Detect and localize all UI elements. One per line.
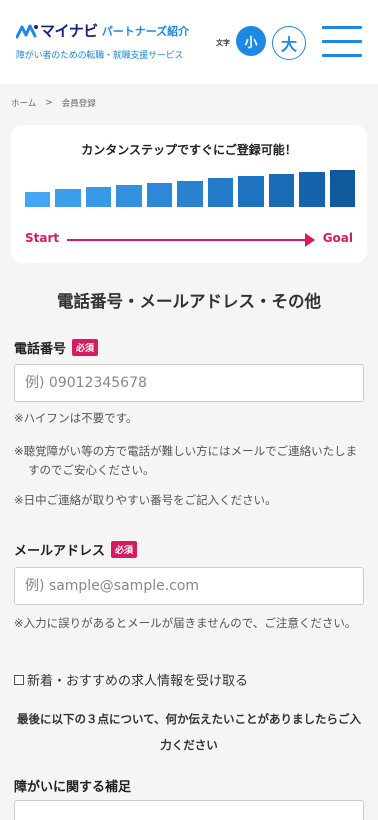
required-badge: 必須 [72, 339, 99, 356]
required-badge: 必須 [111, 541, 138, 558]
breadcrumb: ホーム > 会員登録 [11, 97, 96, 109]
email-label-text: メールアドレス [14, 544, 106, 559]
step-bar [299, 171, 325, 207]
phone-note-daytime: ※日中ご連絡が取りやすい番号をご記入ください。 [14, 493, 277, 507]
logo-name: マイナビ [40, 22, 98, 40]
breadcrumb-separator: > [45, 98, 53, 108]
progress-arrow-line [67, 239, 307, 241]
disability-label: 障がいに関する補足 [14, 776, 131, 795]
email-label: メールアドレス 必須 [14, 540, 138, 559]
step-bar [116, 185, 142, 207]
steps-card: カンタンステップですぐにご登録可能！ Start Goal [11, 125, 367, 263]
phone-label-text: 電話番号 [14, 342, 67, 357]
start-label: Start [25, 231, 60, 245]
breadcrumb-current: 会員登録 [61, 99, 96, 109]
section-title: 電話番号・メールアドレス・その他 [57, 292, 321, 311]
step-bar [329, 169, 355, 207]
steps-title: カンタンステップですぐにご登録可能！ [81, 143, 297, 157]
step-bar [268, 174, 295, 207]
phone-label: 電話番号 必須 [14, 338, 99, 357]
progress-steps [25, 163, 355, 207]
step-bar [238, 176, 264, 207]
final-note: 最後に以下の３点について、何か伝えたいことがありましたらご入力ください [16, 712, 362, 752]
step-bar [55, 189, 81, 207]
logo[interactable]: マイナビ パートナーズ紹介 [16, 20, 189, 41]
disability-label-text: 障がいに関する補足 [14, 780, 132, 795]
hamburger-menu-icon[interactable] [322, 26, 362, 58]
email-input[interactable] [14, 567, 364, 605]
logo-subtitle: パートナーズ紹介 [101, 24, 190, 38]
step-bar [177, 180, 203, 207]
arrow-right-icon [305, 233, 315, 247]
phone-note-hyphen: ※ハイフンは不要です。 [14, 411, 138, 425]
font-size-label: 文字 [216, 39, 230, 47]
step-bar [85, 187, 112, 207]
step-bar [207, 178, 234, 207]
step-bar [25, 191, 51, 207]
breadcrumb-home[interactable]: ホーム [11, 97, 36, 109]
logo-mark-icon [16, 24, 38, 38]
step-bar [146, 182, 173, 207]
font-size-large-button[interactable]: 大 [272, 26, 306, 60]
phone-input[interactable] [14, 364, 364, 402]
site-header: マイナビ パートナーズ紹介 障がい者のための転職・就職支援サービス 文字 小 大 [0, 0, 378, 84]
disability-textarea[interactable] [14, 800, 364, 820]
goal-label: Goal [322, 231, 353, 245]
tagline: 障がい者のための転職・就職支援サービス [16, 51, 184, 61]
newsletter-option[interactable]: 新着・おすすめの求人情報を受け取る [14, 670, 248, 689]
email-note: ※入力に誤りがあるとメールが届きませんので、ご注意ください。 [14, 616, 357, 630]
font-size-small-button[interactable]: 小 [236, 26, 266, 56]
newsletter-label: 新着・おすすめの求人情報を受け取る [27, 674, 249, 689]
newsletter-checkbox[interactable] [14, 674, 24, 685]
phone-note-hearing: ※聴覚障がい等の方で電話が難しい方にはメールでご連絡いたしますのでご安心ください… [14, 444, 358, 477]
